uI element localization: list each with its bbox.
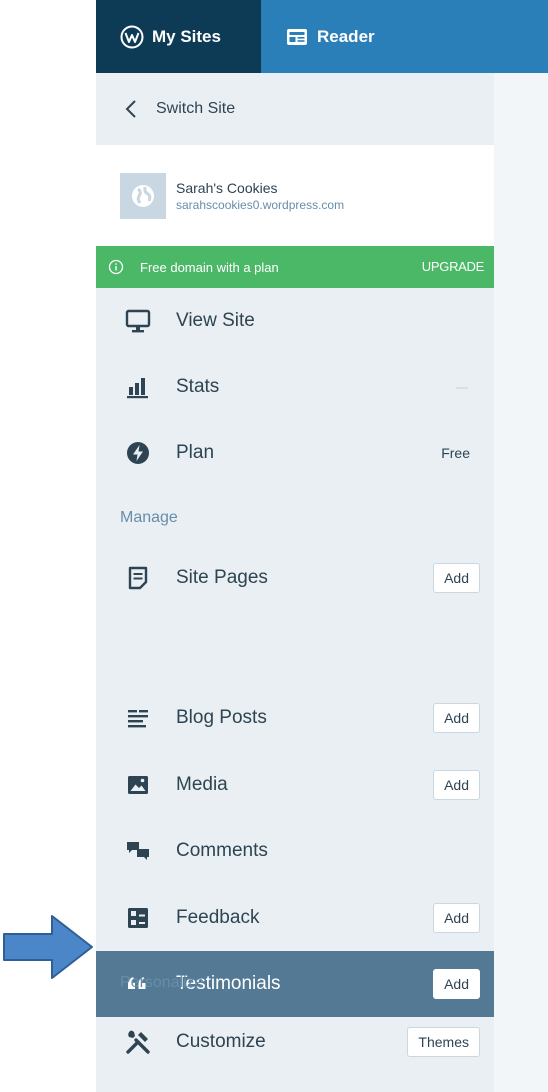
tab-my-sites-label: My Sites	[152, 26, 221, 46]
current-site-card[interactable]: Sarah's Cookies sarahscookies0.wordpress…	[96, 145, 494, 246]
site-name: Sarah's Cookies	[176, 179, 278, 196]
themes-button[interactable]: Themes	[407, 1027, 480, 1057]
info-icon	[108, 259, 124, 275]
sidebar-item-blog-posts[interactable]: Blog Posts Add	[96, 685, 494, 751]
site-url: sarahscookies0.wordpress.com	[176, 197, 345, 212]
reader-icon	[285, 25, 309, 49]
posts-icon	[124, 704, 152, 732]
switch-site-button[interactable]: Switch Site	[96, 73, 494, 145]
chevron-left-icon	[125, 100, 136, 118]
tools-icon	[124, 1028, 152, 1056]
masterbar: My Sites Reader	[96, 0, 548, 73]
content-area	[494, 73, 548, 1092]
add-post-button[interactable]: Add	[433, 703, 480, 733]
tab-reader-label: Reader	[317, 26, 375, 46]
tab-my-sites[interactable]: My Sites	[96, 0, 261, 73]
site-globe-icon	[120, 172, 166, 219]
add-media-button[interactable]: Add	[433, 770, 480, 800]
sidebar-item-site-pages[interactable]: Site Pages Add	[96, 545, 494, 611]
sidebar-item-comments[interactable]: Comments	[96, 818, 494, 884]
tab-reader[interactable]: Reader	[261, 0, 401, 73]
section-header-manage: Manage	[120, 509, 178, 526]
sidebar-item-label: Stats	[176, 376, 220, 397]
plan-badge: Free	[441, 445, 470, 461]
page-icon	[124, 564, 152, 592]
sidebar-item-plan[interactable]: Plan Free	[96, 420, 494, 486]
comments-icon	[124, 837, 152, 865]
upgrade-nudge-text: Free domain with a plan	[140, 259, 279, 275]
pointer-arrow-icon	[3, 915, 93, 979]
section-header-personalize: Personalize	[120, 974, 204, 991]
sidebar-item-media[interactable]: Media Add	[96, 752, 494, 818]
sidebar-item-view-site[interactable]: View Site	[96, 288, 494, 354]
switch-site-label: Switch Site	[156, 100, 236, 117]
sidebar: Switch Site Sarah's Cookies sarahscookie…	[96, 73, 494, 1092]
sidebar-item-customize[interactable]: Customize Themes	[96, 1009, 494, 1075]
add-page-button[interactable]: Add	[433, 563, 480, 593]
feedback-icon	[124, 904, 152, 932]
sidebar-item-feedback[interactable]: Feedback Add	[96, 885, 494, 951]
sidebar-item-label: Comments	[176, 840, 268, 861]
wordpress-logo-icon	[120, 25, 144, 49]
upgrade-nudge[interactable]: Free domain with a plan UPGRADE	[96, 246, 494, 288]
bar-chart-icon	[124, 373, 152, 401]
upgrade-link[interactable]: UPGRADE	[422, 246, 485, 288]
image-icon	[124, 771, 152, 799]
add-feedback-button[interactable]: Add	[433, 903, 480, 933]
sidebar-item-label: View Site	[176, 310, 255, 331]
monitor-icon	[124, 307, 152, 335]
sidebar-item-stats[interactable]: Stats	[96, 354, 494, 420]
plan-bolt-icon	[124, 439, 152, 467]
site-info: Sarah's Cookies sarahscookies0.wordpress…	[176, 179, 344, 213]
stats-sparkline	[456, 387, 468, 389]
